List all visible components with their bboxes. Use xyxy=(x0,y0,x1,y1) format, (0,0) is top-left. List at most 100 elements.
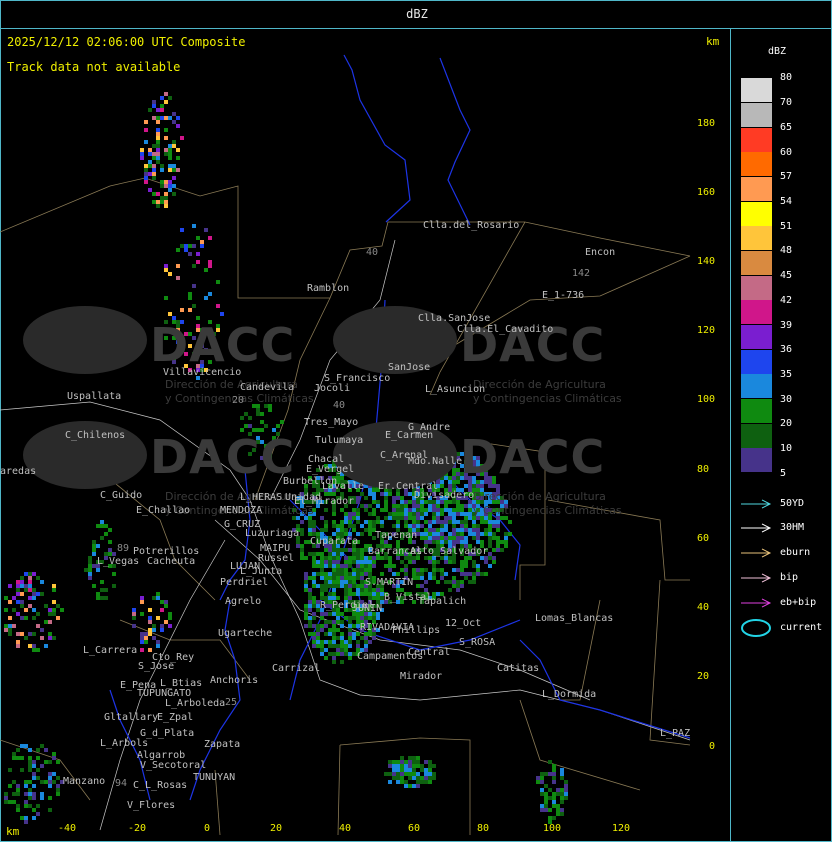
echo-pixel xyxy=(8,632,12,636)
echo-pixel xyxy=(424,508,428,512)
echo-pixel xyxy=(164,204,168,208)
echo-pixel xyxy=(316,584,320,588)
x-tick: 80 xyxy=(476,823,490,834)
echo-pixel xyxy=(144,164,148,168)
echo-pixel xyxy=(372,500,376,504)
echo-pixel xyxy=(436,540,440,544)
echo-pixel xyxy=(396,764,400,768)
echo-pixel xyxy=(552,804,556,808)
echo-pixel xyxy=(556,804,560,808)
echo-pixel xyxy=(156,132,160,136)
echo-pixel xyxy=(324,520,328,524)
echo-pixel xyxy=(208,292,212,296)
echo-pixel xyxy=(28,596,32,600)
legend-swatch xyxy=(741,424,772,448)
echo-pixel xyxy=(348,580,352,584)
echo-pixel xyxy=(400,764,404,768)
echo-pixel xyxy=(424,532,428,536)
echo-pixel xyxy=(348,584,352,588)
echo-pixel xyxy=(108,540,112,544)
echo-pixel xyxy=(148,620,152,624)
echo-pixel xyxy=(308,592,312,596)
place-label: Clla.del_Rosario xyxy=(423,220,520,231)
echo-pixel xyxy=(396,760,400,764)
echo-pixel xyxy=(20,816,24,820)
echo-pixel xyxy=(340,528,344,532)
echo-pixel xyxy=(444,508,448,512)
echo-pixel xyxy=(332,636,336,640)
echo-pixel xyxy=(320,588,324,592)
echo-pixel xyxy=(436,516,440,520)
echo-pixel xyxy=(44,760,48,764)
echo-pixel xyxy=(248,424,252,428)
echo-pixel xyxy=(432,536,436,540)
echo-pixel xyxy=(368,640,372,644)
echo-pixel xyxy=(408,764,412,768)
echo-pixel xyxy=(24,792,28,796)
echo-pixel xyxy=(168,96,172,100)
echo-pixel xyxy=(460,572,464,576)
echo-pixel xyxy=(308,632,312,636)
echo-pixel xyxy=(164,152,168,156)
echo-pixel xyxy=(424,768,428,772)
echo-pixel xyxy=(328,580,332,584)
y-tick: 160 xyxy=(697,187,716,198)
place-label: Tres_Mayo xyxy=(304,417,359,428)
echo-pixel xyxy=(380,520,384,524)
echo-pixel xyxy=(172,164,176,168)
echo-pixel xyxy=(40,580,44,584)
echo-pixel xyxy=(356,640,360,644)
echo-pixel xyxy=(16,640,20,644)
echo-pixel xyxy=(332,640,336,644)
echo-pixel xyxy=(488,528,492,532)
echo-pixel xyxy=(416,524,420,528)
echo-pixel xyxy=(392,516,396,520)
echo-pixel xyxy=(388,516,392,520)
echo-pixel xyxy=(440,520,444,524)
echo-pixel xyxy=(312,556,316,560)
echo-pixel xyxy=(504,544,508,548)
echo-pixel xyxy=(40,628,44,632)
echo-pixel xyxy=(452,528,456,532)
echo-pixel xyxy=(552,792,556,796)
place-label: C_L_Rosas xyxy=(133,780,188,791)
echo-pixel xyxy=(344,560,348,564)
echo-pixel xyxy=(328,584,332,588)
echo-pixel xyxy=(16,804,20,808)
echo-pixel xyxy=(404,524,408,528)
place-label: Phillips xyxy=(392,625,441,636)
echo-pixel xyxy=(372,636,376,640)
echo-pixel xyxy=(352,580,356,584)
echo-pixel xyxy=(320,652,324,656)
echo-pixel xyxy=(348,556,352,560)
echo-pixel xyxy=(20,632,24,636)
echo-pixel xyxy=(8,616,12,620)
echo-pixel xyxy=(460,508,464,512)
legend-label: 48 xyxy=(780,245,793,256)
echo-pixel xyxy=(92,540,96,544)
echo-pixel xyxy=(56,788,60,792)
echo-pixel xyxy=(52,772,56,776)
echo-pixel xyxy=(464,524,468,528)
echo-pixel xyxy=(388,764,392,768)
echo-pixel xyxy=(320,648,324,652)
echo-pixel xyxy=(336,652,340,656)
echo-pixel xyxy=(156,592,160,596)
echo-pixel xyxy=(416,508,420,512)
echo-pixel xyxy=(156,156,160,160)
echo-pixel xyxy=(548,760,552,764)
echo-pixel xyxy=(92,564,96,568)
echo-pixel xyxy=(312,552,316,556)
watermark-line1-4: Dirección de Agricultura xyxy=(473,490,606,503)
echo-pixel xyxy=(48,784,52,788)
echo-pixel xyxy=(184,248,188,252)
echo-pixel xyxy=(420,516,424,520)
echo-pixel xyxy=(460,568,464,572)
echo-pixel xyxy=(448,588,452,592)
echo-pixel xyxy=(336,564,340,568)
echo-pixel xyxy=(428,772,432,776)
echo-pixel xyxy=(356,576,360,580)
echo-pixel xyxy=(372,512,376,516)
place-label: L_Asuncion xyxy=(425,384,486,395)
echo-pixel xyxy=(320,592,324,596)
